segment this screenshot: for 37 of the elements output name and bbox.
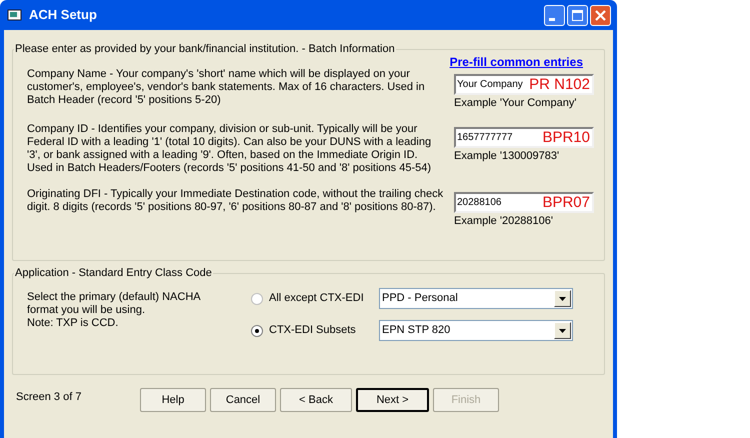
dialog-button[interactable]: Next > — [356, 388, 429, 412]
dialog-button[interactable]: Cancel — [210, 388, 276, 412]
maximize-icon — [571, 8, 584, 22]
field-code-tag: BPR07 — [542, 194, 590, 211]
window-title: ACH Setup — [29, 6, 98, 24]
instruction-text: Select the primary (default) NACHA — [27, 291, 202, 304]
radio-label[interactable]: All except CTX-EDI — [269, 292, 364, 305]
example-text: Example '130009783' — [454, 150, 560, 163]
group-legend: Application - Standard Entry Class Code — [14, 267, 213, 280]
field-description: Originating DFI - Typically your Immediate Destination code, without the trailing check digit. 8 digits (records '5' positions 80-97, '6' positions 80-87 and '8' positions 80-87). — [27, 188, 444, 215]
input-field[interactable]: Your Company PR N102 — [454, 74, 594, 95]
dropdown[interactable]: PPD - Personal — [379, 288, 573, 309]
example-text: Example 'Your Company' — [454, 97, 578, 110]
app-icon — [7, 8, 23, 22]
field-code-tag: BPR10 — [542, 129, 590, 146]
radio-button[interactable] — [251, 292, 263, 304]
dropdown[interactable]: EPN STP 820 — [379, 320, 573, 341]
field-code-tag: PR N102 — [529, 76, 590, 93]
field-description: Company Name - Your company's 'short' name which will be displayed on your customer's, employee's, vendor's bank statements. Max of 16 characters. Used in Batch Header (record '5' positions 5-20) — [27, 68, 426, 108]
screen-indicator: Screen 3 of 7 — [15, 390, 82, 404]
field-description: Company ID - Identifies your company, division or sub-unit. Typically will be your Federal ID with a leading '1' (total 10 digits). Can also be your DUNS with a leading '3', or bank assigned with a leading '9'. Often, based on the Immediate Origin ID. Used in Batch Headers/Footers (records '5' positions 41-50 and '8' positions 45-54) — [27, 123, 432, 175]
dialog-button[interactable]: < Back — [280, 388, 352, 412]
instruction-text: format you will be using. — [27, 304, 146, 317]
input-field[interactable]: 1657777777 BPR10 — [454, 127, 594, 148]
instruction-text: Note: TXP is CCD. — [27, 317, 120, 330]
radio-label[interactable]: CTX-EDI Subsets — [269, 324, 356, 337]
example-text: Example '20288106' — [454, 215, 554, 228]
group-legend: Please enter as provided by your bank/financial institution. - Batch Information — [14, 43, 396, 56]
close-icon — [594, 8, 607, 22]
maximize-button[interactable] — [567, 4, 588, 26]
radio-button[interactable] — [251, 324, 263, 336]
minimize-button[interactable] — [544, 4, 565, 26]
dialog-button[interactable]: Help — [140, 388, 206, 412]
prefill-link[interactable]: Pre-fill common entries — [450, 56, 583, 69]
close-button[interactable] — [590, 4, 611, 26]
minimize-icon — [549, 18, 555, 20]
input-field[interactable]: 20288106 BPR07 — [454, 192, 594, 213]
